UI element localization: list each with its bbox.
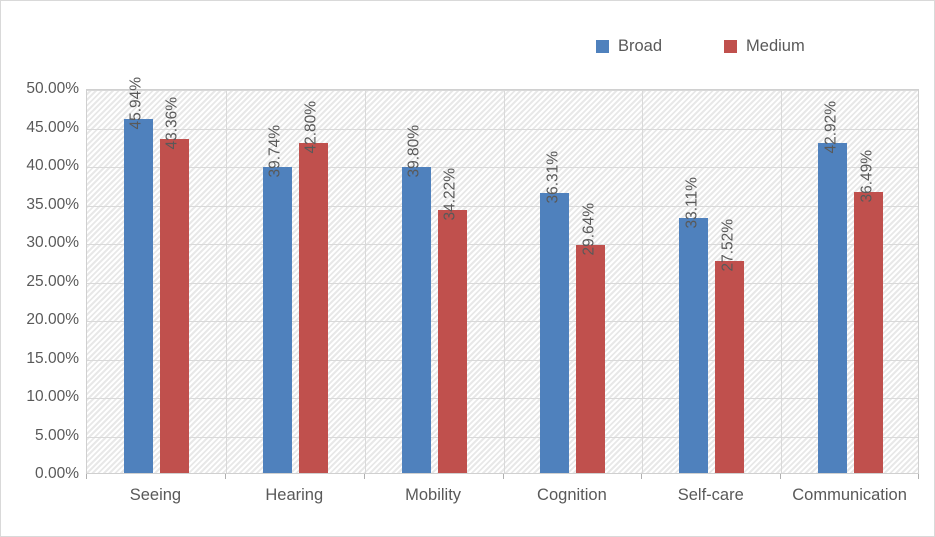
x-axis-label-self-care: Self-care bbox=[677, 486, 744, 504]
chart-legend: Broad Medium bbox=[596, 35, 805, 57]
x-axis-label-mobility: Mobility bbox=[405, 486, 462, 504]
x-axis: Seeing Hearing Mobility Cognition Self-care C… bbox=[86, 474, 919, 514]
y-axis-tick-label: 20.00% bbox=[26, 311, 79, 328]
x-axis-tick-mark bbox=[918, 474, 919, 479]
bar-medium-seeing[interactable] bbox=[159, 139, 189, 473]
bar-medium-self-care[interactable] bbox=[715, 261, 745, 473]
plot-area bbox=[86, 89, 919, 474]
legend-swatch-medium bbox=[724, 39, 738, 53]
legend-label-broad: Broad bbox=[618, 36, 663, 55]
bar-medium-communication[interactable] bbox=[854, 192, 884, 473]
y-axis-tick-label: 50.00% bbox=[26, 80, 79, 97]
x-axis-tick-mark bbox=[503, 474, 504, 479]
x-axis-tick-mark bbox=[225, 474, 226, 479]
bar-chart: Broad Medium 0.00% 5.00% 10.00% 15.00% 20.00… bbox=[0, 0, 935, 537]
y-axis-tick-label: 5.00% bbox=[35, 426, 79, 444]
legend-entry-medium[interactable]: Medium bbox=[724, 38, 805, 55]
bar-medium-hearing[interactable] bbox=[298, 143, 328, 473]
y-axis-tick-label: 35.00% bbox=[26, 195, 79, 213]
y-axis-tick-label: 30.00% bbox=[26, 234, 79, 251]
bar-medium-mobility[interactable] bbox=[437, 209, 467, 473]
legend-entry-broad[interactable]: Broad bbox=[596, 38, 662, 55]
y-axis: 0.00% 5.00% 10.00% 15.00% 20.00% 25.00% 30.00%… bbox=[9, 80, 79, 482]
x-axis-tick-mark bbox=[364, 474, 365, 479]
bar-medium-cognition[interactable] bbox=[576, 244, 606, 473]
bar-broad-mobility[interactable] bbox=[401, 166, 431, 473]
y-axis-tick-label: 10.00% bbox=[26, 388, 79, 405]
x-axis-tick-mark bbox=[86, 474, 87, 479]
y-axis-tick-label: 25.00% bbox=[26, 272, 79, 290]
x-axis-label-seeing: Seeing bbox=[129, 486, 182, 504]
legend-label-medium: Medium bbox=[746, 36, 805, 55]
bar-broad-communication[interactable] bbox=[818, 142, 848, 473]
y-axis-tick-label: 15.00% bbox=[26, 349, 79, 367]
x-axis-tick-mark bbox=[641, 474, 642, 479]
bar-broad-cognition[interactable] bbox=[540, 193, 570, 473]
x-axis-label-communication: Communication bbox=[792, 486, 907, 504]
bar-broad-seeing[interactable] bbox=[123, 119, 153, 473]
bar-broad-self-care[interactable] bbox=[679, 218, 709, 473]
legend-swatch-broad bbox=[596, 39, 609, 53]
y-axis-tick-label: 45.00% bbox=[26, 118, 79, 136]
x-axis-label-hearing: Hearing bbox=[265, 486, 324, 504]
x-axis-tick-mark bbox=[780, 474, 781, 479]
x-axis-label-cognition: Cognition bbox=[537, 486, 607, 504]
bar-broad-hearing[interactable] bbox=[262, 167, 292, 473]
y-axis-tick-label: 0.00% bbox=[35, 465, 79, 482]
bars-layer bbox=[87, 90, 918, 473]
y-axis-tick-label: 40.00% bbox=[26, 157, 79, 174]
